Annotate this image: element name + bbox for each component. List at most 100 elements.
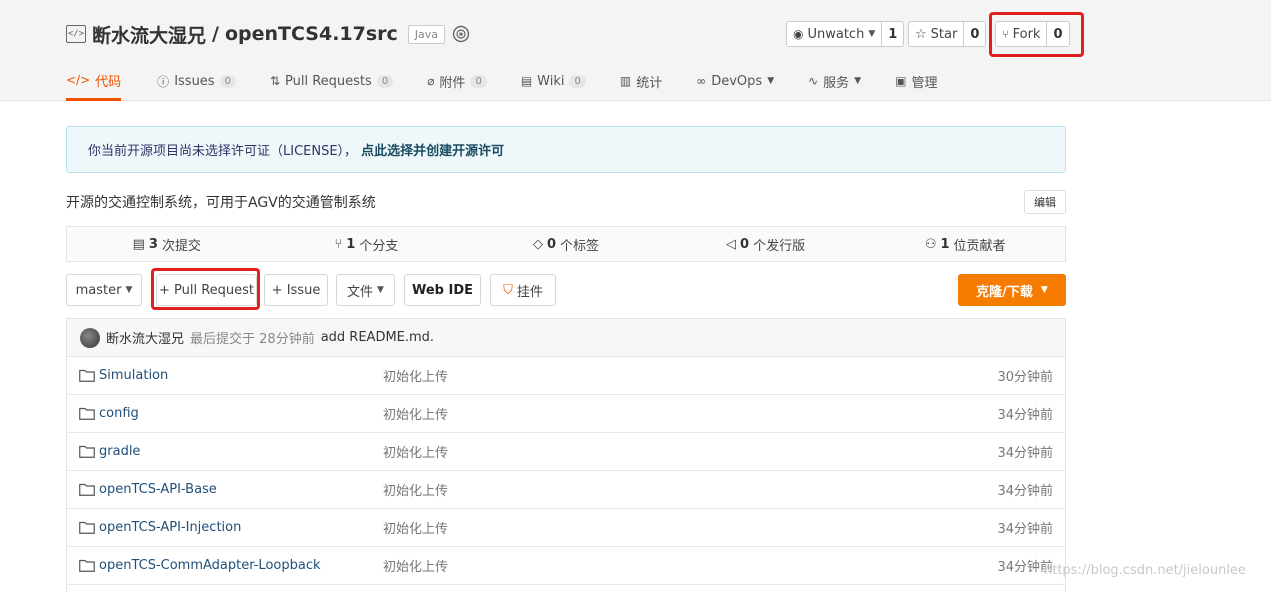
tab-stats[interactable]: ▥ 统计 [620, 66, 662, 96]
file-commit-message[interactable]: 初始化上传 [383, 404, 448, 423]
language-badge[interactable]: Java [407, 24, 446, 44]
tab-label: 统计 [636, 75, 663, 91]
stat-commits[interactable]: ▤ 3 次提交 [67, 227, 267, 261]
clone-download-button[interactable]: 克隆/下载 ▼ [958, 274, 1066, 306]
award-icon[interactable] [451, 24, 471, 44]
clone-label: 克隆/下载 [976, 284, 1033, 300]
fork-button-group[interactable]: ⑂ Fork 0 [995, 21, 1070, 47]
bookmark-icon: ⛉ [503, 282, 513, 298]
tab-wiki[interactable]: ▤ Wiki 0 [521, 66, 586, 96]
edit-description-button[interactable]: 编辑 [1024, 190, 1066, 214]
branch-select[interactable]: master ▼ [66, 274, 142, 306]
widget-button[interactable]: ⛉ 挂件 [490, 274, 556, 306]
tab-code[interactable]: </> 代码 [66, 66, 122, 101]
file-commit-message[interactable]: 初始化上传 [383, 518, 448, 537]
star-button[interactable]: ☆ Star [909, 22, 963, 46]
attachment-icon: ⌀ [427, 74, 435, 88]
folder-icon [79, 369, 95, 382]
file-row[interactable]: Simulation 初始化上传 30分钟前 [67, 357, 1065, 395]
file-name-link[interactable]: openTCS-CommAdapter-Loopback [99, 558, 321, 573]
stat-count: 1 [346, 236, 356, 252]
file-row[interactable]: config 初始化上传 34分钟前 [67, 395, 1065, 433]
file-name-link[interactable]: Simulation [99, 368, 168, 383]
chevron-down-icon: ▼ [377, 285, 384, 295]
manage-icon: ▣ [895, 74, 907, 88]
license-notice: 你当前开源项目尚未选择许可证（LICENSE）， 点此选择并创建开源许可 [66, 126, 1066, 173]
tab-label: Pull Requests [285, 73, 372, 89]
chevron-down-icon: ▼ [854, 76, 862, 86]
repo-tabs: </> 代码 ⓘ Issues 0 ⇅ Pull Requests 0 ⌀ 附件… [66, 66, 971, 101]
repo-owner-link[interactable]: 断水流大湿兄 [92, 21, 206, 48]
pull-request-icon: ⇅ [269, 74, 281, 88]
stat-tags[interactable]: ◇ 0 个标签 [466, 227, 666, 261]
folder-icon [79, 407, 95, 420]
folder-icon [79, 483, 95, 496]
fork-button[interactable]: ⑂ Fork [996, 22, 1046, 46]
file-row[interactable]: openTCS-API-Base 初始化上传 34分钟前 [67, 471, 1065, 509]
repo-name-link[interactable]: openTCS4.17src [225, 23, 398, 45]
new-issue-button[interactable]: + Issue [264, 274, 328, 306]
release-icon: ◁ [726, 236, 737, 252]
tab-issues[interactable]: ⓘ Issues 0 [157, 66, 236, 96]
tab-pull-requests[interactable]: ⇅ Pull Requests 0 [269, 66, 394, 96]
file-time: 34分钟前 [997, 522, 1053, 537]
star-count[interactable]: 0 [963, 22, 985, 46]
star-button-group[interactable]: ☆ Star 0 [908, 21, 987, 47]
watch-button-group[interactable]: ◉ Unwatch ▼ 1 [786, 21, 905, 47]
tab-attachments[interactable]: ⌀ 附件 0 [427, 66, 487, 96]
star-label: Star [930, 26, 958, 42]
wiki-icon: ▤ [520, 74, 533, 88]
file-time: 34分钟前 [997, 446, 1053, 461]
tab-devops[interactable]: ∞ DevOps ▼ [696, 66, 774, 96]
chevron-down-icon: ▼ [767, 76, 775, 86]
stat-count: 0 [546, 236, 556, 252]
file-row[interactable]: openTCS-CommAdapter-Loopback 初始化上传 34分钟前 [67, 547, 1065, 585]
widget-label: 挂件 [516, 284, 543, 300]
web-ide-button[interactable]: Web IDE [404, 274, 481, 306]
stat-releases[interactable]: ◁ 0 个发行版 [666, 227, 866, 261]
file-row[interactable]: openTCS-API-Injection 初始化上传 34分钟前 [67, 509, 1065, 547]
new-pull-request-button[interactable]: + Pull Request [156, 274, 257, 306]
stat-contributors[interactable]: ⚇ 1 位贡献者 [865, 227, 1065, 261]
create-license-link[interactable]: 点此选择并创建开源许可 [361, 140, 504, 159]
commit-message-link[interactable]: add README.md. [321, 330, 434, 345]
stat-label: 个标签 [560, 238, 600, 254]
commit-icon: ▤ [132, 236, 145, 252]
watch-button[interactable]: ◉ Unwatch ▼ [787, 22, 881, 46]
file-commit-message[interactable]: 初始化上传 [383, 366, 448, 385]
stats-icon: ▥ [619, 74, 632, 88]
tab-count: 0 [219, 74, 236, 88]
files-label: 文件 [347, 284, 374, 300]
files-dropdown[interactable]: 文件 ▼ [336, 274, 395, 306]
tab-count: 0 [470, 74, 487, 88]
file-row[interactable]: gradle 初始化上传 34分钟前 [67, 433, 1065, 471]
stat-branches[interactable]: ⑂ 1 个分支 [267, 227, 467, 261]
tab-manage[interactable]: ▣ 管理 [895, 66, 937, 96]
license-text: 你当前开源项目尚未选择许可证（LICENSE）， [88, 144, 358, 159]
avatar[interactable] [80, 327, 100, 348]
file-name-link[interactable]: config [99, 406, 139, 421]
watch-count[interactable]: 1 [881, 22, 903, 46]
stat-count: 3 [148, 236, 158, 252]
folder-icon [79, 445, 95, 458]
web-ide-label: Web IDE [411, 282, 474, 298]
file-commit-message[interactable]: 初始化上传 [383, 480, 448, 499]
fork-count[interactable]: 0 [1046, 22, 1068, 46]
file-time: 34分钟前 [997, 484, 1053, 499]
branch-icon: ⑂ [334, 236, 343, 252]
file-name-link[interactable]: gradle [99, 444, 140, 459]
repo-title: </> 断水流大湿兄 / openTCS4.17src Java [66, 20, 471, 48]
file-commit-message[interactable]: 初始化上传 [383, 556, 448, 575]
file-name-link[interactable]: openTCS-API-Base [99, 482, 217, 497]
file-name-link[interactable]: openTCS-API-Injection [99, 520, 241, 535]
branch-name: master [75, 282, 122, 298]
stat-label: 个分支 [359, 238, 399, 254]
file-commit-message[interactable]: 初始化上传 [383, 442, 448, 461]
tab-label: DevOps [711, 73, 763, 89]
eye-icon: ◉ [793, 27, 804, 41]
tab-service[interactable]: ∿ 服务 ▼ [808, 66, 861, 96]
repo-description: 开源的交通控制系统，可用于AGV的交通管制系统 [66, 195, 376, 211]
commit-author-link[interactable]: 断水流大湿兄 [106, 328, 184, 347]
tab-label: Issues [174, 73, 215, 89]
folder-icon [79, 559, 95, 572]
